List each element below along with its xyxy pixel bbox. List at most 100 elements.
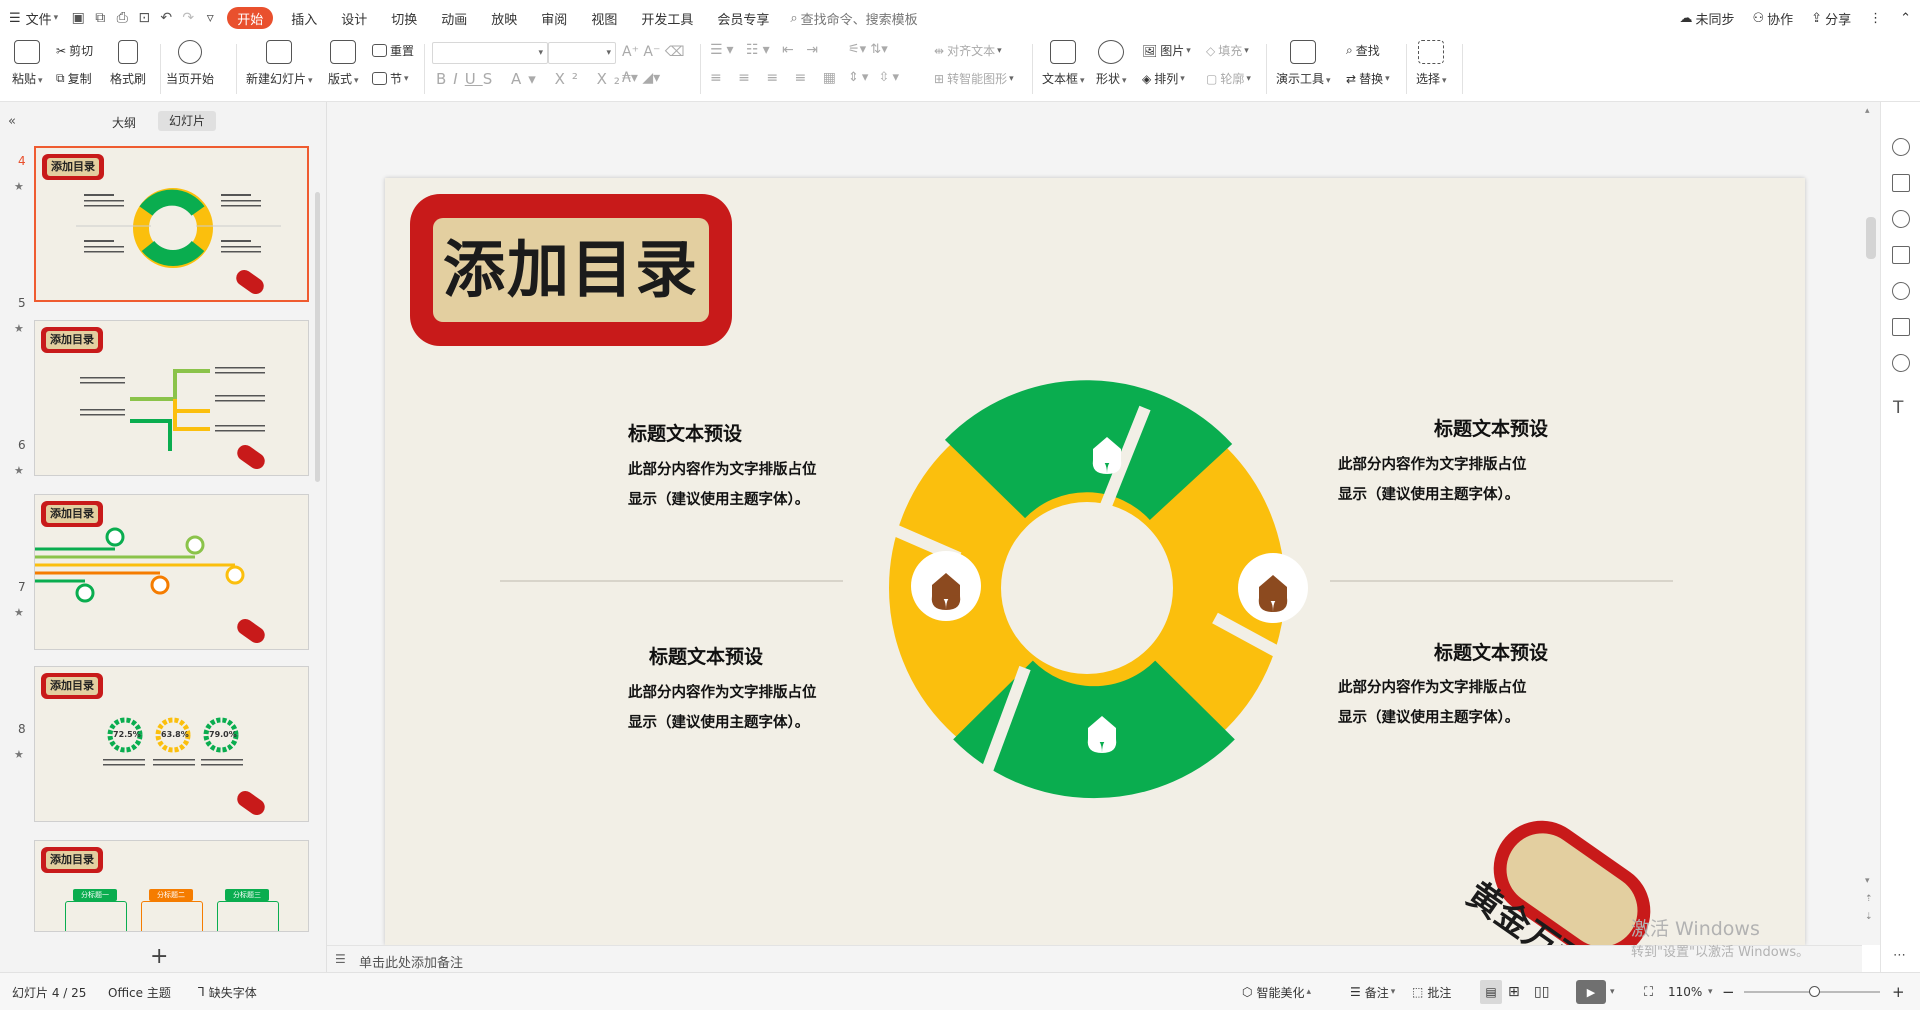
select-button[interactable]: 选择 ▾	[1416, 40, 1447, 87]
font-family-select[interactable]: ▾	[432, 42, 548, 64]
normal-view-icon[interactable]: ▤	[1480, 980, 1502, 1004]
notes-placeholder[interactable]: 单击此处添加备注	[359, 952, 463, 971]
outline-button[interactable]: ▢ 轮廓 ▾	[1206, 70, 1251, 87]
pane-scrollbar[interactable]	[315, 192, 320, 482]
pin-icon[interactable]	[1892, 210, 1910, 228]
tab-transitions[interactable]: 切换	[379, 0, 429, 36]
copy-button[interactable]: ⧉ 复制	[56, 70, 92, 87]
zoom-in-icon[interactable]: +	[1892, 973, 1905, 1011]
more-icon[interactable]: ▿	[199, 7, 221, 29]
collapse-ribbon-icon[interactable]: ⌃	[1891, 0, 1920, 36]
play-button[interactable]: ▶	[1576, 980, 1606, 1004]
comments-toggle[interactable]: ⬚ 批注	[1412, 973, 1451, 1011]
export-icon[interactable]: ⧉	[89, 7, 111, 29]
align-text-button[interactable]: ⇹ 对齐文本 ▾	[934, 42, 1002, 59]
tab-design[interactable]: 设计	[329, 0, 379, 36]
layout-button[interactable]: 版式 ▾	[328, 40, 359, 87]
scroll-thumb[interactable]	[1866, 217, 1876, 259]
prev-page-icon[interactable]: ⇡	[1865, 894, 1873, 904]
preview-icon[interactable]: ⊡	[133, 7, 155, 29]
block-body-line[interactable]: 此部分内容作为文字排版占位	[1338, 450, 1527, 480]
notes-toggle[interactable]: ☰ 备注 ▾	[1350, 973, 1395, 1011]
arrange-button[interactable]: ◈ 排列 ▾	[1142, 70, 1185, 87]
current-slide[interactable]: 添加目录 标题文本预设 此部分内容作为文字排版占位 显示（建议使用主题字体）。 …	[385, 178, 1805, 945]
tab-outline[interactable]: 大纲	[112, 114, 136, 131]
share-button[interactable]: ⇪ 分享	[1802, 0, 1860, 36]
more-icon[interactable]: ⋯	[1893, 948, 1906, 963]
slide-thumbnail-8[interactable]: 添加目录 分标题一 分标题二 分标题三	[34, 840, 309, 932]
tab-home[interactable]: 开始	[227, 7, 274, 29]
add-slide-icon[interactable]: +	[150, 944, 168, 969]
alignment-controls[interactable]: ≡ ≡ ≡ ≡ ▦	[710, 70, 842, 86]
missing-font-button[interactable]: Ꞁ 缺失字体	[198, 973, 257, 1011]
textbox-button[interactable]: 文本框 ▾	[1042, 40, 1085, 87]
more-options-icon[interactable]: ⋮	[1860, 0, 1891, 36]
list-controls[interactable]: ☰▾ ☷▾ ⇤ ⇥	[710, 42, 822, 58]
tab-developer[interactable]: 开发工具	[629, 0, 705, 36]
collab-button[interactable]: ⚇ 协作	[1744, 0, 1803, 36]
redo-icon[interactable]: ↷	[177, 7, 199, 29]
block-heading-top-right[interactable]: 标题文本预设	[1248, 414, 1548, 441]
zoom-level[interactable]: 110%	[1668, 973, 1702, 1011]
zoom-out-icon[interactable]: −	[1722, 973, 1735, 1011]
file-menu[interactable]: ☰ 文件 ▾	[0, 0, 67, 36]
block-body-line[interactable]: 显示（建议使用主题字体）。	[628, 708, 809, 738]
brand-icon[interactable]	[1892, 354, 1910, 372]
reset-button[interactable]: 重置	[372, 42, 414, 59]
save-icon[interactable]: ▣	[67, 7, 89, 29]
tab-slides[interactable]: 幻灯片	[158, 111, 216, 131]
replace-button[interactable]: ⇄ 替换 ▾	[1346, 70, 1390, 87]
image-edit-icon[interactable]	[1892, 318, 1910, 336]
present-tools-button[interactable]: 演示工具 ▾	[1276, 40, 1331, 87]
command-search[interactable]: ⌕ 查找命令、搜索模板	[781, 0, 926, 36]
shape-button[interactable]: 形状 ▾	[1096, 40, 1127, 87]
theme-name[interactable]: Office 主题	[108, 973, 171, 1011]
block-body-line[interactable]: 显示（建议使用主题字体）。	[1338, 703, 1519, 733]
tab-member[interactable]: 会员专享	[705, 0, 781, 36]
font-style-buttons[interactable]: BIUS A▾ X² X₂	[436, 70, 627, 88]
undo-icon[interactable]: ↶	[155, 7, 177, 29]
tab-view[interactable]: 视图	[579, 0, 629, 36]
slide-thumbnail-5[interactable]: 添加目录	[34, 320, 309, 476]
paste-button[interactable]: 粘贴 ▾	[12, 40, 43, 87]
tab-slideshow[interactable]: 放映	[479, 0, 529, 36]
block-body-line[interactable]: 此部分内容作为文字排版占位	[628, 455, 817, 485]
tab-insert[interactable]: 插入	[279, 0, 329, 36]
slide-title[interactable]: 添加目录	[425, 220, 717, 320]
vertical-scrollbar[interactable]: ▴ ▾ ⇡ ⇣	[1862, 102, 1880, 945]
text-direction[interactable]: ⚟▾ ⇅▾	[848, 42, 888, 57]
section-button[interactable]: 节 ▾	[372, 70, 409, 87]
block-body-line[interactable]: 显示（建议使用主题字体）。	[628, 485, 809, 515]
from-start-button[interactable]: 当页开始	[166, 40, 214, 87]
zoom-dropdown-icon[interactable]: ▾	[1708, 973, 1713, 1011]
picture-button[interactable]: 🖼 图片 ▾	[1142, 42, 1191, 59]
help-icon[interactable]	[1892, 282, 1910, 300]
print-icon[interactable]: ⎙	[111, 7, 133, 29]
next-page-icon[interactable]: ⇣	[1865, 912, 1873, 922]
slide-thumbnail-4[interactable]: 添加目录	[34, 146, 309, 302]
settings-sliders-icon[interactable]	[1892, 174, 1910, 192]
text-icon[interactable]: T	[1893, 398, 1903, 418]
transition-icon[interactable]	[1892, 246, 1910, 264]
zoom-slider-handle[interactable]	[1809, 986, 1820, 997]
slide-thumbnail-7[interactable]: 添加目录 72.5% 63.8% 79.0%	[34, 666, 309, 822]
slide-thumbnail-6[interactable]: 添加目录	[34, 494, 309, 650]
play-options-icon[interactable]: ▾	[1610, 973, 1615, 1011]
block-body-line[interactable]: 显示（建议使用主题字体）。	[1338, 480, 1519, 510]
fit-icon[interactable]: ⛶	[1644, 973, 1653, 1011]
rocket-icon[interactable]	[1892, 138, 1910, 156]
beautify-button[interactable]: ⬡ 智能美化 ▴	[1242, 973, 1311, 1011]
new-slide-button[interactable]: 新建幻灯片 ▾	[246, 40, 313, 87]
font-size-controls[interactable]: A⁺ A⁻ ⌫	[622, 44, 685, 60]
reading-view-icon[interactable]: ▯▯	[1534, 973, 1549, 1011]
block-body-line[interactable]: 此部分内容作为文字排版占位	[628, 678, 817, 708]
find-button[interactable]: ⌕ 查找	[1346, 42, 1380, 59]
block-heading-bottom-right[interactable]: 标题文本预设	[1248, 638, 1548, 665]
smartart-button[interactable]: ⊞ 转智能图形 ▾	[934, 70, 1014, 87]
tab-animation[interactable]: 动画	[429, 0, 479, 36]
sorter-view-icon[interactable]: ⊞	[1508, 973, 1520, 1011]
block-heading-bottom-left[interactable]: 标题文本预设	[649, 642, 763, 669]
collapse-pane-icon[interactable]: «	[8, 114, 16, 129]
format-painter-button[interactable]: 格式刷	[110, 40, 146, 87]
fill-button[interactable]: ◇ 填充 ▾	[1206, 42, 1249, 59]
